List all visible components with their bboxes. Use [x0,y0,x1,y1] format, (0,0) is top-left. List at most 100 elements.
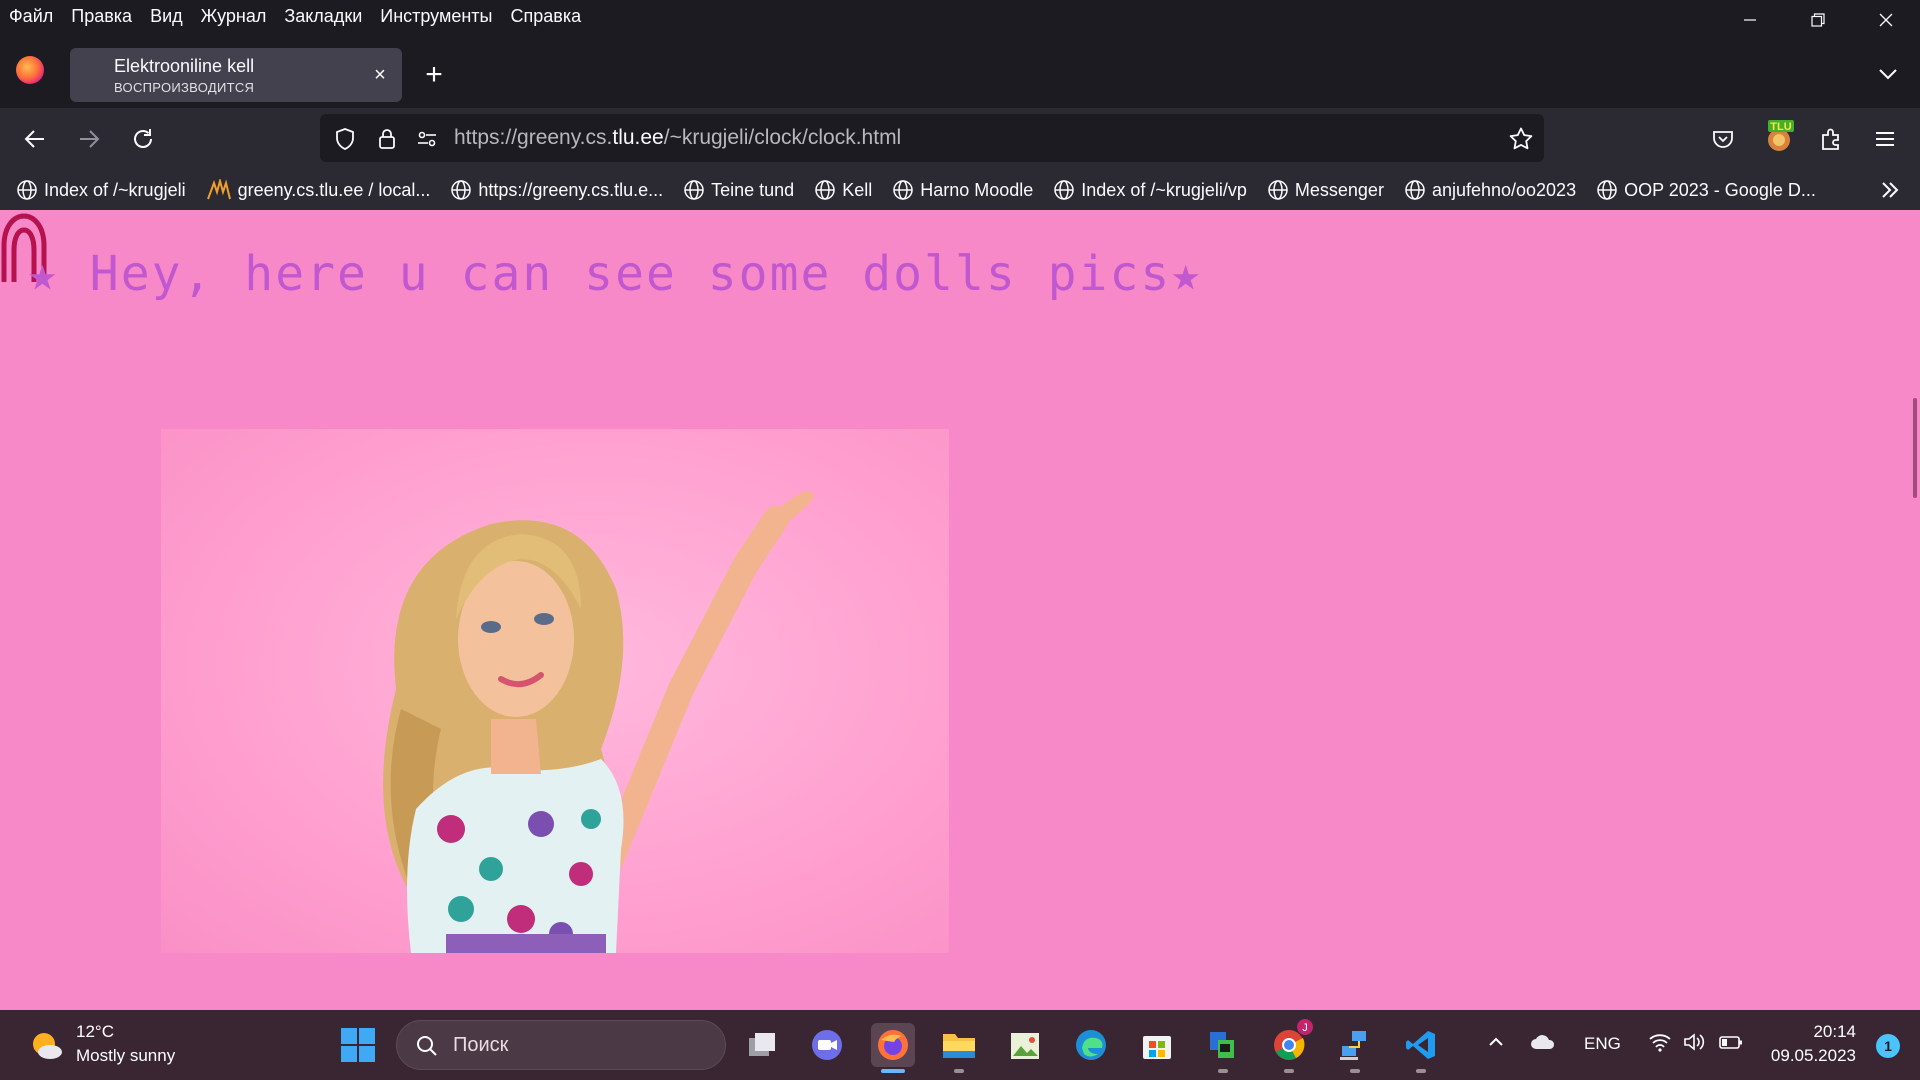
firefox-view-icon[interactable] [16,56,44,84]
shield-icon [336,128,354,150]
volume-button[interactable] [1682,1032,1706,1057]
reload-button[interactable] [128,124,158,154]
profile-badge-icon: J [1297,1019,1313,1035]
star-icon [1509,127,1533,150]
tab-active[interactable]: Elektrooniline kell ВОСПРОИЗВОДИТСЯ × [70,48,402,102]
bookmark-label: greeny.cs.tlu.ee / local... [237,179,431,200]
bookmarks-toolbar: Index of /~krugjeli greeny.cs.tlu.ee / l… [0,170,1920,210]
clock-date[interactable]: 09.05.2023 [1771,1046,1856,1066]
scrollbar-thumb[interactable] [1913,398,1917,498]
taskbar-file-explorer[interactable] [937,1023,981,1073]
page-content: ★ Hey, here u can see some dolls pics★ [0,210,1920,1010]
url-bar[interactable]: https://greeny.cs.tlu.ee/~krugjeli/clock… [320,114,1544,162]
menu-edit[interactable]: Правка [62,0,141,32]
tab-close-button[interactable]: × [368,63,392,87]
battery-button[interactable] [1718,1032,1744,1057]
taskbar-app-copy[interactable] [1201,1023,1245,1073]
menu-bookmarks[interactable]: Закладки [275,0,371,32]
vscode-icon [1406,1031,1435,1059]
bookmark-item[interactable]: Index of /~krugjeli/vp [1053,179,1247,201]
bookmark-item[interactable]: anjufehno/oo2023 [1404,179,1576,201]
taskbar-vscode[interactable] [1399,1023,1443,1073]
bookmark-item[interactable]: greeny.cs.tlu.ee / local... [206,179,431,201]
windows-logo-icon [341,1028,375,1062]
bookmark-label: Index of /~krugjeli [44,179,186,200]
chat-icon [812,1030,842,1060]
pocket-icon [1713,131,1733,148]
taskbar-chrome[interactable]: J [1267,1019,1313,1073]
page-heading: ★ Hey, here u can see some dolls pics★ [28,246,1203,302]
bookmark-label: Harno Moodle [920,179,1034,200]
globe-icon [1405,180,1425,200]
task-view-icon [749,1033,775,1056]
bookmark-item[interactable]: Index of /~krugjeli [16,179,186,201]
taskbar-network-app[interactable] [1333,1023,1377,1073]
folder-icon [943,1034,975,1058]
url-text[interactable]: https://greeny.cs.tlu.ee/~krugjeli/clock… [454,126,901,150]
taskbar-microsoft-store[interactable] [1135,1023,1179,1067]
taskbar-photo-app[interactable] [1003,1023,1047,1067]
pocket-button[interactable] [1708,124,1738,154]
clock-time[interactable]: 20:14 [1813,1022,1856,1042]
onedrive-button[interactable] [1530,1032,1556,1057]
permissions-button[interactable] [414,126,440,152]
taskbar-firefox[interactable] [871,1023,915,1073]
bookmark-label: Kell [842,179,873,200]
reload-icon [134,129,152,148]
navigation-toolbar: https://greeny.cs.tlu.ee/~krugjeli/clock… [0,108,1920,170]
app-menu-button[interactable] [1870,124,1900,154]
hamburger-menu-icon [1876,132,1894,146]
bookmark-item[interactable]: https://greeny.cs.tlu.e... [450,179,663,201]
notification-badge[interactable]: 1 [1876,1034,1900,1058]
input-language-indicator[interactable]: ENG [1584,1034,1621,1054]
taskbar-edge[interactable] [1069,1023,1113,1067]
weather-temperature[interactable]: 12°C [76,1022,114,1042]
edge-icon [1076,1030,1106,1060]
lock-icon [379,129,395,149]
bookmark-star-button[interactable] [1508,126,1534,152]
extensions-button[interactable] [1816,124,1846,154]
menu-view[interactable]: Вид [141,0,192,32]
more-bookmarks-button[interactable] [1878,178,1902,207]
tab-playing-label: ВОСПРОИЗВОДИТСЯ [114,80,255,95]
menu-help[interactable]: Справка [502,0,591,32]
bookmark-item[interactable]: OOP 2023 - Google D... [1596,179,1816,201]
bookmark-item[interactable]: Teine tund [683,179,794,201]
chevron-up-icon [1489,1037,1503,1046]
forward-button[interactable] [74,124,104,154]
task-view-button[interactable] [740,1023,784,1067]
svg-text:TLU: TLU [1770,121,1791,133]
menu-tools[interactable]: Инструменты [371,0,501,32]
bookmark-item[interactable]: Messenger [1267,179,1384,201]
wifi-button[interactable] [1648,1032,1672,1057]
taskbar-search[interactable]: Поиск [396,1020,726,1070]
battery-icon [1719,1036,1742,1049]
bookmark-item[interactable]: Harno Moodle [892,179,1033,201]
tab-strip: Elektrooniline kell ВОСПРОИЗВОДИТСЯ × + [0,32,1920,108]
site-security-button[interactable] [374,126,400,152]
menu-history[interactable]: Журнал [192,0,276,32]
network-tool-icon [1340,1031,1366,1060]
running-indicator [1350,1069,1360,1073]
teams-chat-button[interactable] [805,1023,849,1067]
tlu-extension-icon: TLU [1768,120,1794,151]
tracking-protection-button[interactable] [332,126,358,152]
weather-sunny-icon[interactable] [28,1026,64,1062]
new-tab-button[interactable]: + [418,60,450,92]
search-placeholder: Поиск [453,1034,509,1056]
weather-description[interactable]: Mostly sunny [76,1046,175,1066]
globe-icon [1054,180,1075,200]
url-path: /~krugjeli/clock/clock.html [663,126,902,149]
running-indicator [1416,1069,1426,1073]
bookmark-item[interactable]: Kell [814,179,872,201]
back-button[interactable] [20,124,50,154]
close-icon [1879,13,1893,27]
menu-file[interactable]: Файл [0,0,62,32]
start-button[interactable] [340,1027,376,1063]
url-domain: tlu.ee [612,126,664,149]
list-all-tabs-button[interactable] [1874,60,1902,88]
show-hidden-icons-button[interactable] [1486,1032,1506,1057]
bookmark-label: Messenger [1294,179,1384,200]
tlu-extension-button[interactable]: TLU [1762,120,1796,154]
doll-photo [161,429,949,953]
